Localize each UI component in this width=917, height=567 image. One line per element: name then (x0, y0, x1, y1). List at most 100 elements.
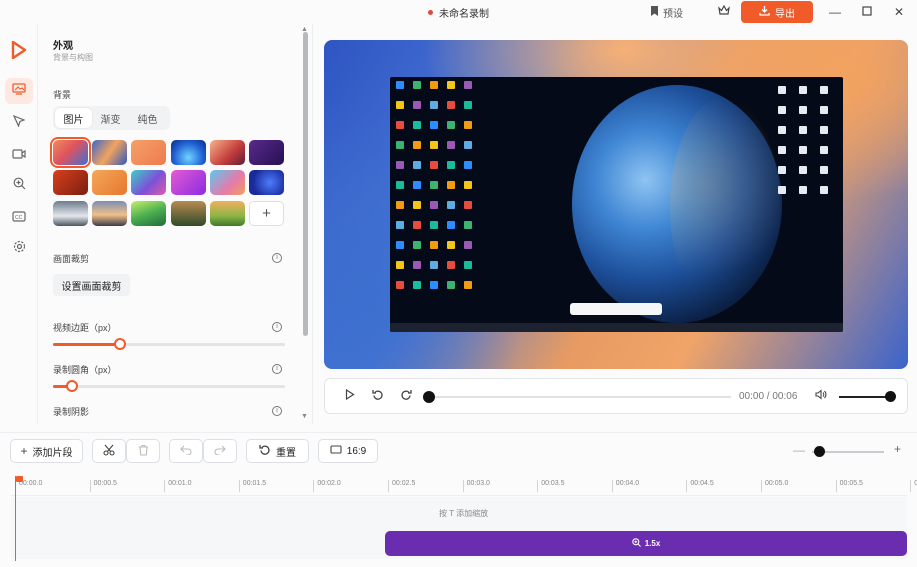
panel-scrollbar[interactable] (303, 32, 308, 336)
wallpaper-thumb[interactable] (210, 140, 245, 165)
desktop-app-icon (464, 161, 472, 169)
wallpaper-thumb[interactable] (171, 170, 206, 195)
earth-city-lights (670, 97, 780, 317)
close-button[interactable]: ✕ (889, 2, 909, 22)
minimize-button[interactable]: — (825, 2, 845, 22)
desktop-file-icon (820, 126, 828, 134)
tab-solid[interactable]: 纯色 (129, 108, 166, 128)
export-button[interactable]: 导出 (741, 1, 813, 23)
background-tabs: 图片 渐变 纯色 (53, 106, 170, 130)
sidebar-item-cursor[interactable] (5, 110, 33, 136)
play-button[interactable] (342, 388, 358, 404)
playhead[interactable] (15, 476, 23, 561)
rewind-button[interactable] (370, 388, 386, 404)
zoom-clip[interactable]: 1.5x (385, 531, 907, 556)
desktop-app-icon (430, 241, 438, 249)
desktop-app-icon (430, 141, 438, 149)
wallpaper-thumb[interactable] (171, 140, 206, 165)
sidebar-item-captions[interactable]: CC (5, 205, 33, 231)
delete-button[interactable] (126, 439, 160, 463)
split-button[interactable] (92, 439, 126, 463)
zoom-out-icon[interactable]: — (793, 443, 805, 457)
timeline-tick-label: 00:00.5 (89, 480, 117, 492)
wallpaper-thumb[interactable] (210, 201, 245, 226)
undo-button[interactable] (169, 439, 203, 463)
wallpaper-thumb[interactable] (53, 201, 88, 226)
recording-title-text: 未命名录制 (439, 9, 489, 20)
sidebar-item-settings[interactable] (5, 236, 33, 262)
radius-slider[interactable] (53, 380, 285, 392)
playback-progress-track[interactable] (429, 396, 731, 398)
reset-button[interactable]: 重置 (246, 439, 309, 463)
desktop-app-icon (447, 181, 455, 189)
desktop-app-icon (464, 181, 472, 189)
video-preview[interactable] (324, 40, 908, 369)
info-icon[interactable]: i (272, 406, 282, 416)
padding-slider[interactable] (53, 338, 285, 350)
maximize-icon (862, 5, 872, 19)
sidebar-item-zoom[interactable] (5, 173, 33, 199)
info-icon[interactable]: i (272, 253, 282, 263)
desktop-app-icon (413, 121, 421, 129)
wallpaper-thumb[interactable] (171, 201, 206, 226)
playhead-handle[interactable] (16, 476, 23, 482)
wallpaper-thumb[interactable] (92, 201, 127, 226)
preset-button[interactable]: 预设 (650, 3, 683, 21)
timeline-ruler[interactable]: 00:00.0 00:00.5 00:01.0 00:01.5 00:02.0 00:02… (11, 476, 917, 496)
desktop-app-icon (396, 81, 404, 89)
desktop-app-icon (447, 141, 455, 149)
wallpaper-thumb[interactable] (50, 137, 91, 168)
volume-button[interactable] (813, 388, 829, 404)
wallpaper-thumb[interactable] (131, 201, 166, 226)
sidebar-item-appearance[interactable] (5, 78, 33, 104)
tab-gradient[interactable]: 渐变 (92, 108, 129, 128)
timeline-zoom-knob[interactable] (814, 446, 825, 457)
info-icon[interactable]: i (272, 322, 282, 332)
radius-slider-knob[interactable] (65, 380, 78, 392)
desktop-app-icon (464, 261, 472, 269)
crown-button[interactable] (713, 1, 735, 23)
cursor-arrow-icon (12, 114, 26, 132)
wallpaper-thumb[interactable] (131, 140, 166, 165)
desktop-files (774, 82, 839, 207)
desktop-file-icon (799, 86, 807, 94)
wallpaper-thumb[interactable] (249, 170, 284, 195)
desktop-file-icon (778, 146, 786, 154)
timeline-tick-label: 00:06.0 (910, 480, 917, 492)
sidebar-item-camera[interactable] (5, 142, 33, 168)
crown-icon (718, 4, 730, 19)
info-icon[interactable]: i (272, 364, 282, 374)
redo-icon (214, 445, 226, 458)
desktop-app-icon (413, 281, 421, 289)
add-wallpaper-button[interactable]: + (249, 201, 284, 226)
playback-progress-knob[interactable] (423, 391, 435, 403)
timeline-toolbar: + 添加片段 重置 16:9 — + (0, 432, 917, 468)
volume-slider-track[interactable] (839, 396, 891, 398)
padding-slider-knob[interactable] (114, 338, 127, 350)
desktop-app-icon (447, 81, 455, 89)
volume-slider-knob[interactable] (885, 391, 896, 402)
preset-label: 预设 (663, 8, 683, 20)
tab-image[interactable]: 图片 (55, 108, 92, 128)
padding-slider-fill (53, 343, 121, 346)
wallpaper-thumb[interactable] (92, 140, 127, 165)
desktop-file-icon (778, 166, 786, 174)
forward-button[interactable] (398, 388, 414, 404)
desktop-app-icon (413, 161, 421, 169)
wallpaper-thumb[interactable] (249, 140, 284, 165)
wallpaper-thumb[interactable] (53, 170, 88, 195)
wallpaper-thumb[interactable] (92, 170, 127, 195)
desktop-file-icon (778, 106, 786, 114)
aspect-ratio-button[interactable]: 16:9 (318, 439, 378, 463)
zoom-in-plus-icon[interactable]: + (894, 442, 901, 456)
set-crop-button[interactable]: 设置画面裁剪 (53, 274, 130, 296)
timeline[interactable]: 00:00.0 00:00.5 00:01.0 00:01.5 00:02.0 00:02… (11, 476, 917, 561)
redo-button[interactable] (203, 439, 237, 463)
wallpaper-thumb[interactable] (210, 170, 245, 195)
desktop-app-icon (464, 221, 472, 229)
maximize-button[interactable] (857, 2, 877, 22)
panel-subtitle: 背景与构图 (53, 53, 93, 62)
wallpaper-thumb[interactable] (131, 170, 166, 195)
add-clip-button[interactable]: + 添加片段 (10, 439, 83, 463)
scroll-down-icon[interactable]: ▼ (301, 413, 308, 420)
